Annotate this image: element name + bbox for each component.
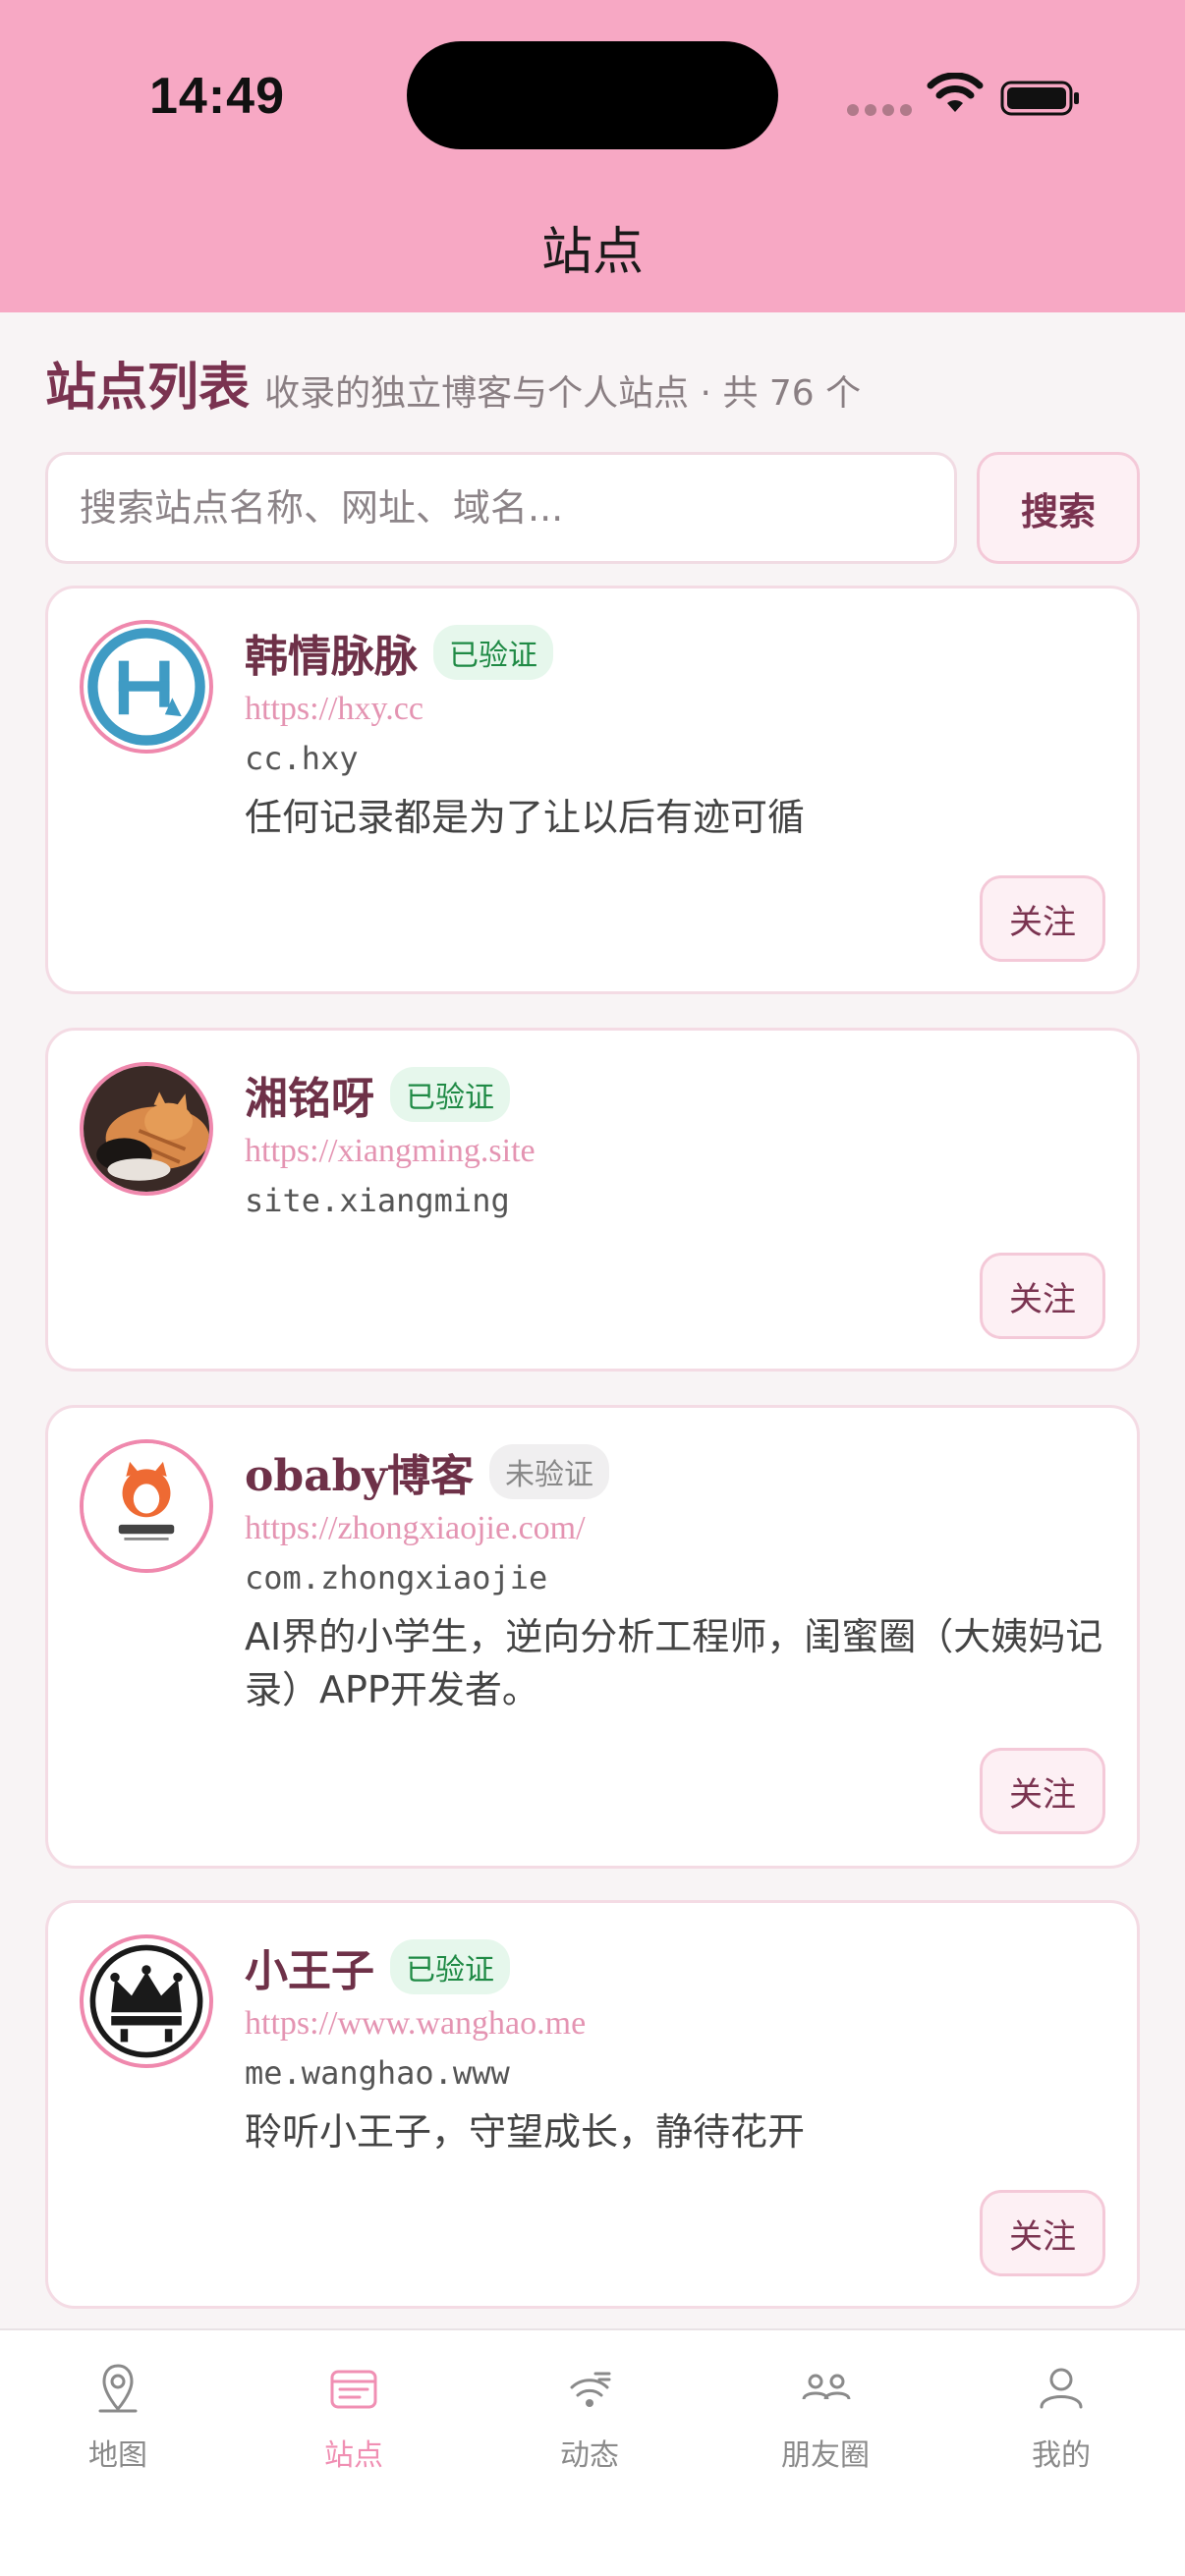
obaby-logo-icon xyxy=(84,1443,209,1569)
site-card[interactable]: 湘铭呀 已验证 https://xiangming.site site.xian… xyxy=(45,1028,1140,1372)
verified-badge: 已验证 xyxy=(390,1067,510,1122)
site-name[interactable]: 韩情脉脉 xyxy=(245,621,418,684)
tab-sites[interactable]: 站点 xyxy=(236,2360,472,2488)
tab-friends[interactable]: 朋友圈 xyxy=(707,2360,943,2488)
follow-button[interactable]: 关注 xyxy=(980,2190,1105,2276)
tab-map[interactable]: 地图 xyxy=(0,2360,236,2488)
section-title: 站点列表 xyxy=(45,359,251,418)
section-subtitle: 收录的独立博客与个人站点 · 共 76 个 xyxy=(264,373,862,414)
status-time: 14:49 xyxy=(149,68,285,125)
site-description: AI界的小学生，逆向分析工程师，闺蜜圈（大姨妈记录）APP开发者。 xyxy=(245,1615,1103,1711)
tab-label: 我的 xyxy=(1032,2438,1091,2473)
search-input[interactable] xyxy=(45,452,957,564)
tab-label: 动态 xyxy=(560,2438,619,2473)
unverified-badge: 未验证 xyxy=(488,1444,609,1499)
site-url[interactable]: https://hxy.cc xyxy=(245,691,423,728)
site-card[interactable]: 韩情脉脉 已验证 https://hxy.cc cc.hxy 任何记录都是为了让… xyxy=(45,586,1140,994)
cat-photo-icon xyxy=(84,1066,209,1192)
hxy-logo-icon xyxy=(87,628,205,746)
crown-logo-icon xyxy=(86,1941,206,2061)
feed-icon xyxy=(570,2372,611,2407)
dynamic-island xyxy=(407,41,778,149)
tab-label: 朋友圈 xyxy=(781,2438,870,2473)
tab-label: 地图 xyxy=(88,2438,147,2473)
tab-bar: 地图 站点 动态 朋友圈 我的 xyxy=(0,2328,1185,2576)
sites-icon xyxy=(330,2370,377,2409)
search-button[interactable]: 搜索 xyxy=(977,452,1140,564)
site-avatar[interactable] xyxy=(80,620,213,754)
site-card[interactable]: obaby博客 未验证 https://zhongxiaojie.com/ co… xyxy=(45,1405,1140,1869)
site-domain: site.xiangming xyxy=(245,1182,510,1219)
verified-badge: 已验证 xyxy=(390,1939,510,1994)
top-bar: 14:49 站点 xyxy=(0,0,1185,312)
map-pin-icon xyxy=(98,2364,138,2413)
follow-button[interactable]: 关注 xyxy=(980,1748,1105,1834)
site-domain: com.zhongxiaojie xyxy=(245,1559,548,1596)
tab-label: 站点 xyxy=(324,2438,383,2473)
site-description: 任何记录都是为了让以后有迹可循 xyxy=(245,796,806,839)
site-card[interactable]: 小王子 已验证 https://www.wanghao.me me.wangha… xyxy=(45,1900,1140,2309)
site-url[interactable]: https://xiangming.site xyxy=(245,1133,536,1170)
profile-icon xyxy=(1040,2368,1083,2409)
section-header: 站点列表 收录的独立博客与个人站点 · 共 76 个 xyxy=(45,346,1146,418)
follow-button[interactable]: 关注 xyxy=(980,875,1105,962)
wifi-icon xyxy=(927,73,984,112)
site-description: 聆听小王子，守望成长，静待花开 xyxy=(245,2110,806,2154)
friends-icon xyxy=(802,2374,851,2400)
verified-badge: 已验证 xyxy=(433,625,553,680)
site-name[interactable]: obaby博客 xyxy=(245,1440,474,1503)
site-url[interactable]: https://www.wanghao.me xyxy=(245,2005,586,2043)
site-name[interactable]: 湘铭呀 xyxy=(245,1063,374,1126)
site-domain: me.wanghao.www xyxy=(245,2054,510,2092)
site-name[interactable]: 小王子 xyxy=(245,1935,374,1998)
status-icons xyxy=(847,69,1083,118)
signal-dots-icon xyxy=(847,104,912,116)
follow-button[interactable]: 关注 xyxy=(980,1253,1105,1339)
tab-profile[interactable]: 我的 xyxy=(943,2360,1179,2488)
site-domain: cc.hxy xyxy=(245,740,359,777)
site-avatar[interactable] xyxy=(80,1439,213,1573)
page-title: 站点 xyxy=(540,223,644,282)
tab-feed[interactable]: 动态 xyxy=(472,2360,707,2488)
site-url[interactable]: https://zhongxiaojie.com/ xyxy=(245,1510,586,1547)
battery-icon xyxy=(1000,81,1079,116)
site-avatar[interactable] xyxy=(80,1062,213,1196)
site-avatar[interactable] xyxy=(80,1934,213,2068)
